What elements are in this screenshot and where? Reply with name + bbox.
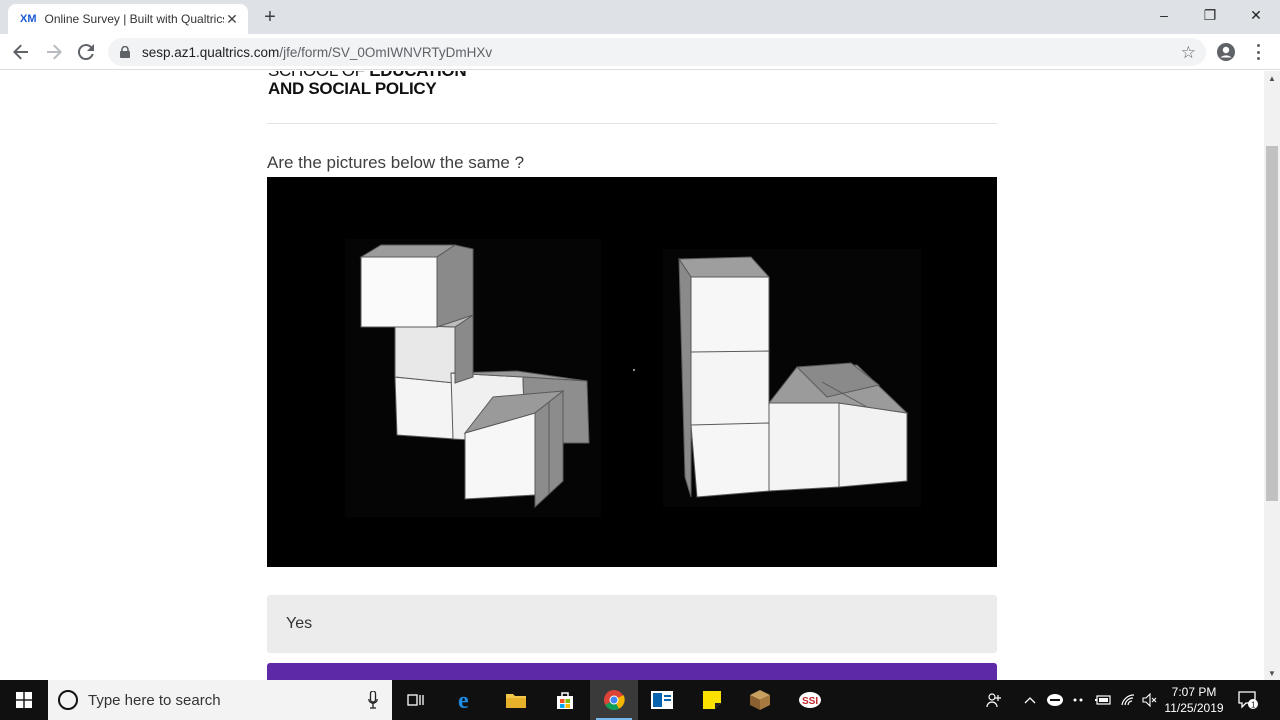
kebab-menu-icon[interactable] — [1252, 42, 1264, 62]
lock-icon — [120, 46, 130, 58]
account-icon[interactable] — [1216, 42, 1236, 62]
start-button[interactable] — [0, 680, 48, 720]
mental-rotation-stimulus-image — [267, 177, 997, 567]
action-center-icon[interactable]: 1 — [1236, 680, 1260, 720]
page-viewport: SCHOOL OF EDUCATION AND SOCIAL POLICY Ar… — [0, 71, 1264, 680]
tab-title: Online Survey | Built with Qualtrics Exp… — [44, 12, 225, 26]
restore-button[interactable]: ❐ — [1187, 0, 1233, 30]
notification-count: 1 — [1251, 701, 1256, 710]
file-explorer-icon[interactable] — [492, 680, 540, 720]
choice-yes[interactable]: Yes — [267, 595, 997, 653]
arrow-right-icon — [47, 44, 62, 60]
star-icon[interactable]: ☆ — [1181, 43, 1196, 63]
scroll-thumb[interactable] — [1266, 146, 1278, 501]
reload-button[interactable] — [74, 40, 98, 64]
svg-text:SSI: SSI — [802, 696, 818, 707]
sticky-notes-icon[interactable] — [688, 680, 736, 720]
cube-figures — [345, 239, 921, 517]
battery-icon[interactable] — [1092, 680, 1114, 720]
question-text: Are the pictures below the same ? — [267, 153, 525, 172]
store-icon[interactable] — [541, 680, 589, 720]
windows-taskbar: Type here to search e SSI 7:07 PM 11/25/… — [0, 680, 1280, 720]
task-view-icon[interactable] — [392, 680, 440, 720]
chrome-icon[interactable] — [590, 680, 638, 720]
ssi-app-icon[interactable]: SSI — [786, 680, 834, 720]
taskbar-search-box[interactable]: Type here to search — [48, 680, 392, 720]
volume-muted-icon[interactable] — [1140, 680, 1160, 720]
header-divider — [267, 123, 997, 124]
more-tray-dots-icon[interactable] — [1070, 680, 1088, 720]
microphone-icon[interactable] — [368, 691, 378, 709]
page-scrollbar[interactable]: ▲ ▼ — [1264, 71, 1280, 680]
clock-time: 7:07 PM — [1171, 685, 1217, 699]
browser-tab[interactable]: XM Online Survey | Built with Qualtrics … — [8, 4, 248, 34]
minimize-button[interactable]: – — [1141, 0, 1187, 30]
close-window-button[interactable]: ✕ — [1233, 0, 1279, 30]
edge-browser-icon[interactable]: e — [443, 680, 491, 720]
url-text: sesp.az1.qualtrics.com/jfe/form/SV_0OmIW… — [142, 44, 493, 60]
school-logo: SCHOOL OF EDUCATION AND SOCIAL POLICY — [268, 71, 467, 98]
choice-yes-label: Yes — [286, 615, 313, 632]
qualtrics-xm-logo: XM — [20, 13, 37, 25]
wifi-icon[interactable] — [1118, 680, 1138, 720]
forward-button[interactable] — [42, 40, 66, 64]
outlook-icon[interactable] — [638, 680, 686, 720]
search-placeholder: Type here to search — [88, 691, 221, 709]
svg-text:e: e — [458, 689, 469, 711]
next-choice-button[interactable] — [267, 663, 997, 680]
cortana-icon — [58, 690, 78, 710]
minecraft-icon[interactable] — [736, 680, 784, 720]
new-tab-button[interactable]: + — [258, 6, 282, 30]
scroll-up-arrow-icon[interactable]: ▲ — [1264, 71, 1280, 85]
tab-close-icon[interactable]: ✕ — [224, 11, 240, 27]
taskbar-clock[interactable]: 7:07 PM 11/25/2019 — [1158, 684, 1230, 716]
clock-date: 11/25/2019 — [1164, 701, 1224, 715]
browser-tabstrip: XM Online Survey | Built with Qualtrics … — [0, 0, 1280, 34]
browser-toolbar: sesp.az1.qualtrics.com/jfe/form/SV_0OmIW… — [0, 34, 1280, 70]
address-bar[interactable]: sesp.az1.qualtrics.com/jfe/form/SV_0OmIW… — [108, 38, 1206, 66]
scroll-down-arrow-icon[interactable]: ▼ — [1264, 666, 1280, 680]
reload-icon — [78, 44, 94, 60]
back-button[interactable] — [9, 40, 33, 64]
meet-now-icon[interactable] — [1044, 680, 1066, 720]
show-hidden-icons-chevron-icon[interactable] — [1020, 680, 1040, 720]
windows-logo-icon — [16, 692, 32, 708]
arrow-left-icon — [13, 44, 28, 60]
people-icon[interactable] — [984, 680, 1004, 720]
